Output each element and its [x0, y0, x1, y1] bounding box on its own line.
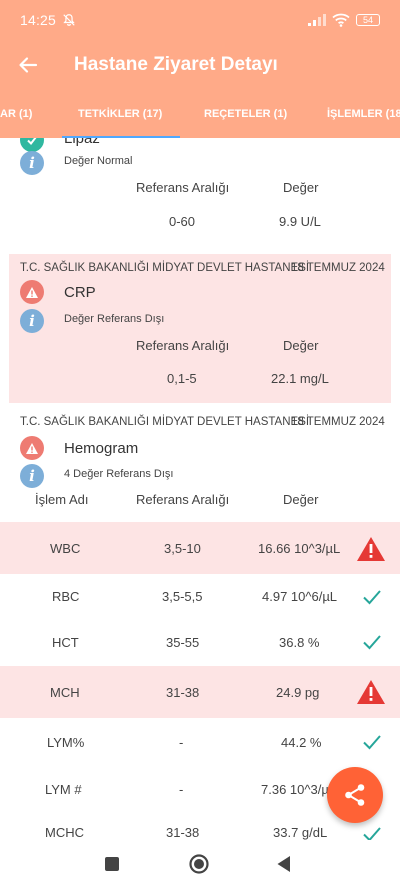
tab-label: İŞLEMLER (18): [327, 108, 400, 120]
test-status-note: Değer Referans Dışı: [64, 313, 165, 325]
hospital-name: T.C. SAĞLIK BAKANLIĞI MİDYAT DEVLET HAST…: [20, 262, 310, 274]
row-value: 16.66 10^3/µL: [258, 540, 341, 556]
tab-tetkikler[interactable]: TETKİKLER (17): [78, 90, 162, 138]
share-icon: [345, 784, 365, 806]
triangle-back-icon: [277, 856, 290, 872]
reference-range: 0,1-5: [167, 371, 197, 386]
test-value: 22.1 mg/L: [271, 371, 329, 386]
row-test-name: LYM #: [45, 781, 82, 797]
status-bar: 14:25 54: [0, 0, 400, 40]
row-test-name: WBC: [50, 540, 81, 556]
test-card-lipaz[interactable]: Lipaz i Değer Normal Referans Aralığı De…: [0, 138, 400, 246]
row-value: 36.8 %: [279, 634, 320, 650]
tab-receteler[interactable]: REÇETELER (1): [204, 90, 287, 138]
back-button[interactable]: [0, 40, 56, 90]
warning-icon: [20, 436, 44, 460]
check-circle-icon: [20, 138, 44, 152]
notifications-muted-icon: [63, 14, 75, 26]
app-screen: 14:25 54 Hastane Ziyaret Detayı AR (1) T…: [0, 0, 400, 888]
test-date: 18 TEMMUZ 2024: [291, 262, 385, 274]
tab-islemler[interactable]: İŞLEMLER (18): [327, 90, 400, 138]
row-reference-range: 3,5-5,5: [162, 589, 203, 604]
row-reference-range: 3,5-10: [164, 540, 201, 556]
test-status-note: 4 Değer Referans Dışı: [64, 468, 174, 480]
reference-range-header: Referans Aralığı: [136, 180, 230, 195]
row-reference-range: -: [179, 781, 184, 797]
row-reference-range: 35-55: [166, 634, 200, 650]
battery-level: 54: [362, 14, 373, 25]
signal-icon: [308, 14, 326, 26]
row-reference-range: -: [179, 734, 184, 750]
table-row[interactable]: MCH 31-38 24.9 pg: [0, 666, 400, 718]
warning-icon: [20, 280, 44, 304]
test-value: 9.9 U/L: [279, 214, 321, 229]
reference-range-header: Referans Aralığı: [136, 492, 230, 507]
row-reference-range: 31-38: [166, 684, 200, 700]
tab-label: AR (1): [0, 108, 33, 120]
share-button[interactable]: [327, 767, 383, 823]
wifi-icon: [332, 13, 350, 27]
test-card-crp[interactable]: T.C. SAĞLIK BAKANLIĞI MİDYAT DEVLET HAST…: [9, 254, 391, 403]
check-icon: [363, 590, 381, 605]
hospital-name: T.C. SAĞLIK BAKANLIĞI MİDYAT DEVLET HAST…: [20, 416, 310, 428]
square-icon: [105, 857, 119, 871]
value-header: Değer: [283, 180, 319, 195]
value-header: Değer: [283, 492, 319, 507]
tab-previous[interactable]: AR (1): [0, 90, 32, 138]
table-row[interactable]: RBC 3,5-5,5 4.97 10^6/µL: [0, 574, 400, 619]
info-icon[interactable]: i: [20, 464, 44, 488]
row-test-name: MCH: [50, 684, 80, 700]
table-row[interactable]: HCT 35-55 36.8 %: [0, 619, 400, 665]
app-bar: Hastane Ziyaret Detayı: [0, 40, 400, 90]
battery-icon: 54: [356, 14, 380, 26]
row-value: 44.2 %: [281, 734, 322, 750]
arrow-back-icon: [19, 57, 38, 73]
test-name: Hemogram: [64, 440, 139, 457]
test-name-header: İşlem Adı: [35, 492, 89, 507]
test-status-note: Değer Normal: [64, 155, 133, 167]
table-row[interactable]: WBC 3,5-10 16.66 10^3/µL: [0, 522, 400, 574]
test-results-list[interactable]: Lipaz i Değer Normal Referans Aralığı De…: [0, 138, 400, 850]
tab-bar: AR (1) TETKİKLER (17) REÇETELER (1) İŞLE…: [0, 90, 400, 138]
status-time: 14:25: [20, 12, 57, 28]
circle-icon: [189, 854, 209, 874]
value-header: Değer: [283, 338, 319, 353]
info-icon[interactable]: i: [20, 151, 44, 175]
row-value: 24.9 pg: [276, 684, 320, 700]
tab-label: TETKİKLER (17): [78, 108, 163, 120]
table-row[interactable]: LYM% - 44.2 %: [0, 718, 400, 766]
row-test-name: HCT: [52, 634, 79, 650]
back-navigation-button[interactable]: [264, 840, 304, 888]
reference-range-header: Referans Aralığı: [136, 338, 230, 353]
warning-icon: [357, 537, 385, 561]
row-value: 4.97 10^6/µL: [262, 589, 338, 604]
test-name: Lipaz: [64, 138, 100, 147]
row-test-name: LYM%: [47, 734, 85, 750]
check-icon: [363, 735, 381, 750]
page-title: Hastane Ziyaret Detayı: [74, 54, 278, 75]
info-icon[interactable]: i: [20, 309, 44, 333]
test-date: 18 TEMMUZ 2024: [291, 416, 385, 428]
tab-label: REÇETELER (1): [204, 108, 288, 120]
home-button[interactable]: [179, 840, 219, 888]
row-value: 7.36 10^3/µL: [261, 781, 337, 797]
warning-icon: [357, 680, 385, 704]
recent-apps-button[interactable]: [92, 840, 132, 888]
test-name: CRP: [64, 284, 96, 301]
check-icon: [363, 635, 381, 650]
reference-range: 0-60: [169, 214, 196, 229]
status-icons: 54: [308, 13, 380, 27]
row-test-name: RBC: [52, 589, 80, 604]
test-card-hemogram[interactable]: T.C. SAĞLIK BAKANLIĞI MİDYAT DEVLET HAST…: [0, 408, 400, 520]
system-navigation-bar: [0, 840, 400, 888]
